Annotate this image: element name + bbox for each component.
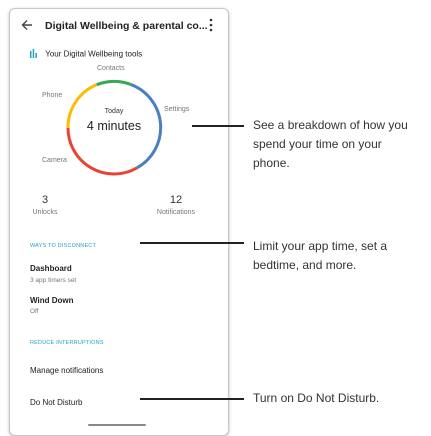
- notifications-label: Notifications: [156, 209, 196, 216]
- ring-segment-green: [96, 79, 132, 87]
- callout-breakdown-line-1: See a breakdown of how you: [253, 118, 408, 132]
- ring-center-today: Today: [104, 108, 124, 115]
- section-header-disconnect: WAYS TO DISCONNECT: [30, 243, 97, 249]
- callout-limit-line-2: bedtime, and more.: [253, 258, 357, 272]
- callout-breakdown: See a breakdown of how you spend your ti…: [253, 116, 408, 173]
- wind-down-title: Wind Down: [30, 296, 74, 305]
- dashboard-subtitle: 3 app timers set: [30, 277, 77, 284]
- dashboard-title: Dashboard: [30, 264, 72, 273]
- callout-dnd: Turn on Do Not Disturb.: [253, 391, 380, 405]
- ring-label-contacts: Contacts: [97, 65, 125, 72]
- callout-line-limit: [140, 242, 244, 244]
- section-header-interruptions: REDUCE INTERRUPTIONS: [30, 340, 104, 346]
- ring-label-phone: Phone: [42, 92, 63, 99]
- callout-line-dnd: [140, 398, 244, 400]
- phone-screen: Digital Wellbeing & parental co... Your …: [9, 8, 229, 436]
- ring-label-settings: Settings: [164, 106, 190, 113]
- callout-breakdown-line-2: spend your time on your: [253, 137, 382, 151]
- notifications-value: 12: [169, 194, 183, 206]
- usage-ring-chart[interactable]: Today 4 minutes: [61, 75, 167, 181]
- app-bar: Digital Wellbeing & parental co...: [10, 9, 228, 41]
- ring-segment-red: [66, 127, 138, 176]
- wellbeing-bars-icon: [30, 49, 37, 59]
- callout-limit: Limit your app time, set a bedtime, and …: [253, 237, 387, 275]
- wind-down-subtitle: Off: [30, 308, 39, 315]
- do-not-disturb-item[interactable]: Do Not Disturb: [30, 398, 82, 407]
- callout-limit-line-1: Limit your app time, set a: [253, 239, 388, 253]
- manage-notifications-item[interactable]: Manage notifications: [30, 366, 103, 375]
- callout-line-breakdown: [192, 125, 244, 127]
- home-indicator[interactable]: [88, 424, 146, 426]
- ring-center-minutes: 4 minutes: [86, 119, 142, 133]
- unlocks-label: Unlocks: [32, 209, 58, 216]
- tools-label: Your Digital Wellbeing tools: [45, 49, 143, 59]
- page-title: Digital Wellbeing & parental co...: [45, 20, 208, 32]
- more-vert-icon[interactable]: [206, 17, 216, 33]
- wellbeing-tools-header: Your Digital Wellbeing tools: [30, 49, 143, 59]
- callout-breakdown-line-3: phone.: [253, 156, 290, 170]
- back-arrow-icon[interactable]: [20, 18, 34, 32]
- unlocks-value: 3: [41, 194, 49, 206]
